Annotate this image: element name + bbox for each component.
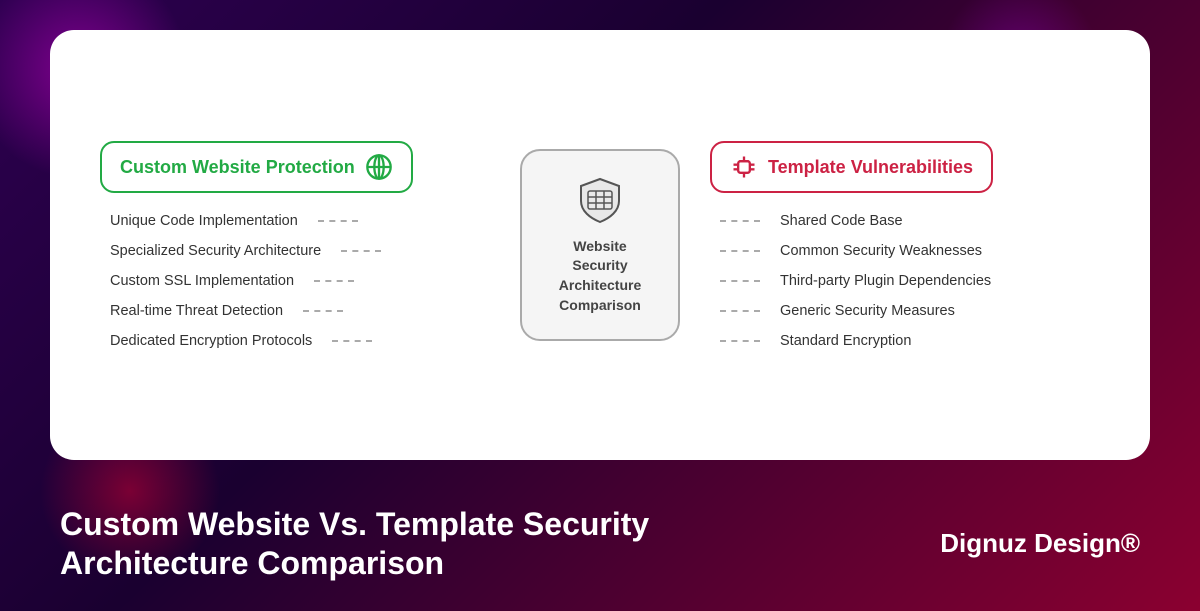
page-title: Custom Website Vs. Template Security Arc… (60, 505, 649, 582)
badge-label-custom: Custom Website Protection (120, 157, 355, 178)
right-items-list: Shared Code Base Common Security Weaknes… (710, 213, 991, 349)
center-box: Website Security Architecture Comparison (520, 149, 680, 341)
custom-protection-badge: Custom Website Protection (100, 141, 413, 193)
list-item: Shared Code Base (720, 213, 991, 229)
brand-name: Dignuz Design® (940, 528, 1140, 559)
list-item: Standard Encryption (720, 333, 991, 349)
bottom-section: Custom Website Vs. Template Security Arc… (0, 476, 1200, 611)
center-label: Website Security Architecture Comparison (559, 237, 641, 315)
badge-label-template: Template Vulnerabilities (768, 157, 973, 178)
list-item: Custom SSL Implementation (110, 273, 381, 289)
list-item: Dedicated Encryption Protocols (110, 333, 381, 349)
list-item: Third-party Plugin Dependencies (720, 273, 991, 289)
right-section: Template Vulnerabilities Shared Code Bas… (710, 141, 1100, 349)
list-item: Common Security Weaknesses (720, 243, 991, 259)
template-vulnerabilities-badge: Template Vulnerabilities (710, 141, 993, 193)
list-item: Specialized Security Architecture (110, 243, 381, 259)
left-section: Custom Website Protection Unique Code Im… (100, 141, 490, 349)
globe-icon (365, 153, 393, 181)
center-section: Website Security Architecture Comparison (510, 149, 690, 341)
security-shield-icon (575, 175, 625, 225)
list-item: Real-time Threat Detection (110, 303, 381, 319)
left-items-list: Unique Code Implementation Specialized S… (100, 213, 381, 349)
bug-icon (730, 153, 758, 181)
main-card: Custom Website Protection Unique Code Im… (50, 30, 1150, 460)
list-item: Generic Security Measures (720, 303, 991, 319)
list-item: Unique Code Implementation (110, 213, 381, 229)
